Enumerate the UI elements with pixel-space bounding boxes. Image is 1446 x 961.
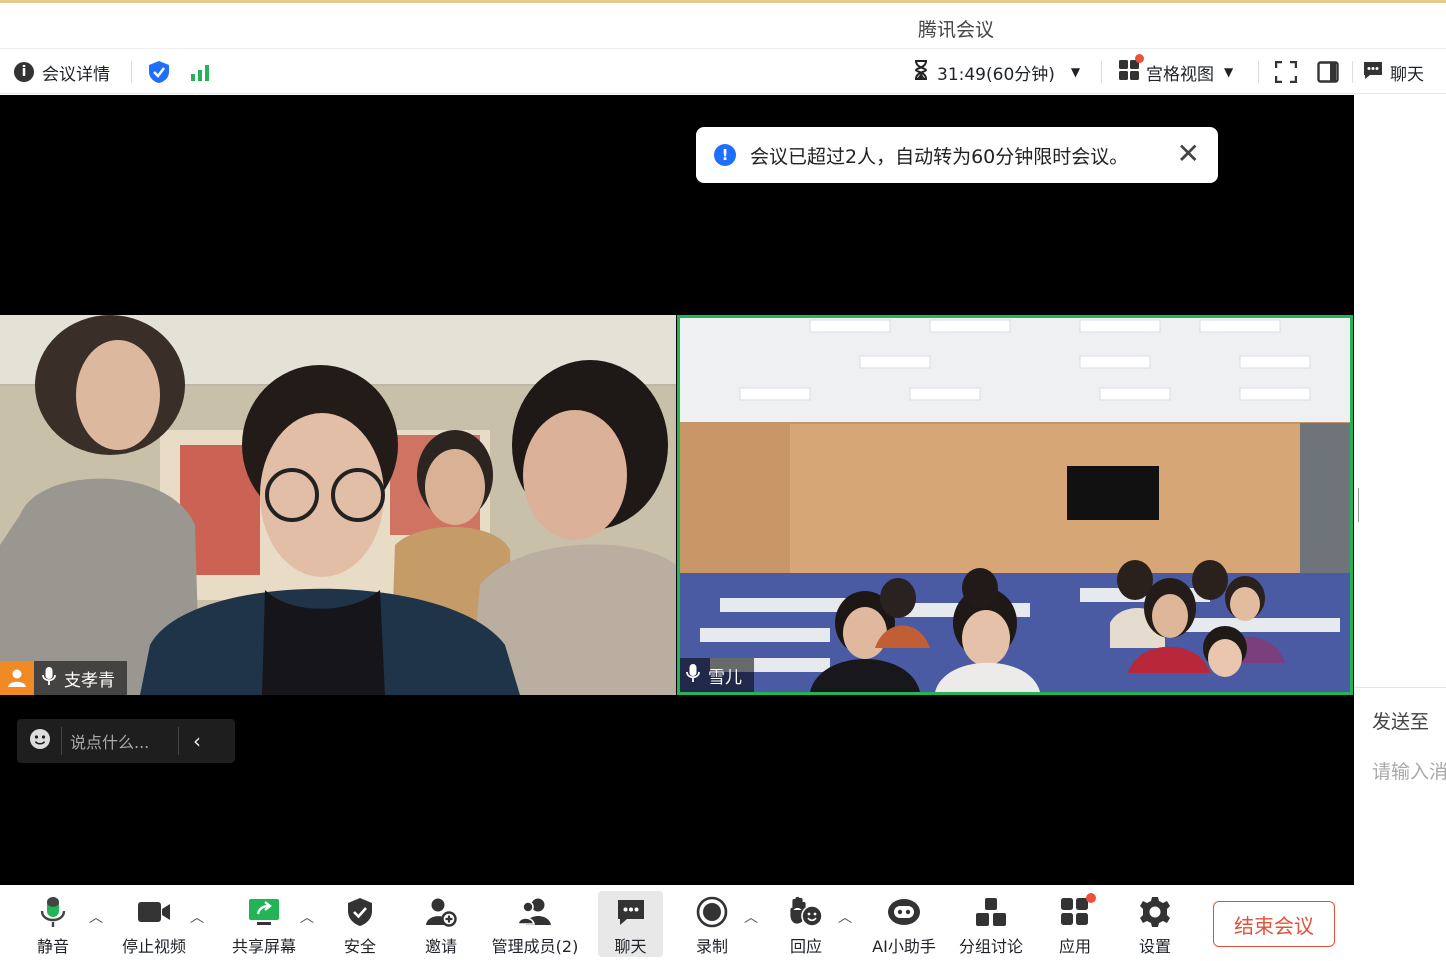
- window-titlebar: 腾讯会议: [0, 0, 1446, 48]
- send-to-label[interactable]: 发送至: [1372, 707, 1429, 734]
- meeting-timer[interactable]: 31:49(60分钟) ▼: [913, 49, 1080, 95]
- breakout-rooms-button[interactable]: 分组讨论: [955, 885, 1027, 961]
- video-tile-active[interactable]: 雪儿: [677, 315, 1353, 695]
- toast-message: 会议已超过2人，自动转为60分钟限时会议。: [750, 145, 1129, 168]
- chat-button[interactable]: 聊天: [598, 891, 663, 957]
- manage-members-label: 管理成员(2): [491, 937, 579, 956]
- chat-label: 聊天: [1390, 64, 1424, 85]
- shield-icon: [347, 893, 373, 931]
- window-title: 腾讯会议: [917, 19, 994, 41]
- hourglass-icon: [913, 59, 929, 85]
- video-camera-icon: [137, 893, 171, 931]
- apps-button[interactable]: 应用: [1055, 885, 1096, 961]
- quick-chat-input[interactable]: 说点什么... ‹: [17, 719, 235, 763]
- view-mode-button[interactable]: 宫格视图 ▼: [1118, 49, 1233, 95]
- record-label: 录制: [695, 937, 728, 956]
- notification-dot: [1086, 893, 1096, 903]
- record-icon: [696, 893, 728, 931]
- microphone-icon: [40, 893, 66, 931]
- end-meeting-button[interactable]: 结束会议: [1213, 901, 1335, 947]
- panel-resize-handle[interactable]: [1358, 488, 1359, 522]
- chat-message-input[interactable]: 请输入消: [1372, 757, 1446, 784]
- participant-nametag: 雪儿: [680, 658, 754, 692]
- mute-label: 静音: [36, 937, 69, 956]
- mute-button[interactable]: 静音: [30, 885, 76, 961]
- security-label: 安全: [343, 937, 376, 956]
- settings-button[interactable]: 设置: [1135, 885, 1175, 961]
- invite-label: 邀请: [424, 937, 457, 956]
- security-shield-icon[interactable]: [148, 49, 170, 95]
- chevron-down-icon[interactable]: ▼: [1071, 65, 1080, 79]
- participant-name: 雪儿: [708, 667, 742, 688]
- stop-video-button[interactable]: 停止视频: [118, 885, 190, 961]
- gear-icon: [1139, 893, 1171, 931]
- breakout-label: 分组讨论: [958, 937, 1023, 956]
- chat-panel-button[interactable]: 聊天: [1362, 49, 1424, 95]
- signal-icon[interactable]: [190, 49, 212, 95]
- chevron-up-icon[interactable]: ︿: [89, 907, 103, 927]
- members-icon: [517, 893, 553, 931]
- invite-button[interactable]: 邀请: [420, 885, 462, 961]
- react-button[interactable]: 回应: [785, 885, 827, 961]
- participant-video: [680, 318, 1350, 692]
- share-screen-icon: [248, 893, 280, 931]
- stop-video-label: 停止视频: [121, 937, 186, 956]
- chat-bubble-icon: [616, 893, 646, 931]
- view-mode-label: 宫格视图: [1146, 64, 1214, 85]
- record-button[interactable]: 录制: [690, 885, 734, 961]
- chevron-up-icon[interactable]: ︿: [300, 907, 314, 927]
- meeting-details-label: 会议详情: [42, 64, 110, 85]
- grid-view-icon: [1118, 53, 1144, 86]
- apps-label: 应用: [1058, 937, 1091, 956]
- meeting-details-button[interactable]: i 会议详情: [14, 49, 110, 95]
- microphone-icon: [686, 663, 700, 688]
- close-icon[interactable]: ✕: [1177, 139, 1200, 169]
- reaction-icon: [789, 893, 823, 931]
- quick-chat-placeholder: 说点什么...: [70, 733, 150, 752]
- sidebar-toggle-icon[interactable]: [1317, 49, 1339, 95]
- breakout-icon: [975, 893, 1007, 931]
- ai-assistant-icon: [886, 893, 922, 931]
- time-limit-toast: ! 会议已超过2人，自动转为60分钟限时会议。 ✕: [696, 127, 1218, 183]
- apps-icon: [1060, 893, 1096, 931]
- notification-dot: [1135, 53, 1144, 63]
- fullscreen-icon[interactable]: [1275, 49, 1297, 95]
- manage-members-button[interactable]: 管理成员(2): [490, 885, 580, 961]
- timer-label: 31:49(60分钟): [937, 64, 1055, 85]
- meeting-topbar: i 会议详情 31:49(60分钟) ▼ 宫格视图 ▼ 聊天: [0, 48, 1446, 94]
- participant-video: [0, 315, 676, 695]
- chevron-up-icon[interactable]: ︿: [744, 907, 758, 927]
- meeting-toolbar: 静音 ︿ 停止视频 ︿ 共享屏幕 ︿ 安全 邀请 管理成员(2) 聊天 录制 ︿…: [0, 885, 1354, 961]
- react-label: 回应: [789, 937, 822, 956]
- share-screen-button[interactable]: 共享屏幕: [228, 885, 300, 961]
- chevron-up-icon[interactable]: ︿: [190, 907, 204, 927]
- add-user-icon: [425, 893, 457, 931]
- settings-label: 设置: [1138, 937, 1171, 956]
- participant-nametag: 支孝青: [0, 661, 127, 695]
- participant-name: 支孝青: [64, 670, 115, 691]
- chat-icon: [1362, 60, 1384, 85]
- info-icon: i: [14, 62, 34, 82]
- host-icon: [0, 661, 34, 695]
- chat-label: 聊天: [614, 937, 647, 956]
- share-screen-label: 共享屏幕: [231, 937, 296, 956]
- video-tile[interactable]: 支孝青: [0, 315, 676, 695]
- chat-side-panel: 发送至 请输入消: [1354, 95, 1446, 961]
- chevron-down-icon[interactable]: ▼: [1224, 65, 1233, 79]
- chevron-left-icon[interactable]: ‹: [193, 729, 201, 753]
- ai-assistant-label: AI小助手: [872, 937, 936, 956]
- chevron-up-icon[interactable]: ︿: [838, 907, 852, 927]
- microphone-icon: [42, 666, 56, 691]
- alert-icon: !: [714, 144, 736, 166]
- emoji-icon[interactable]: [29, 728, 51, 754]
- ai-assistant-button[interactable]: AI小助手: [868, 885, 940, 961]
- security-button[interactable]: 安全: [340, 885, 380, 961]
